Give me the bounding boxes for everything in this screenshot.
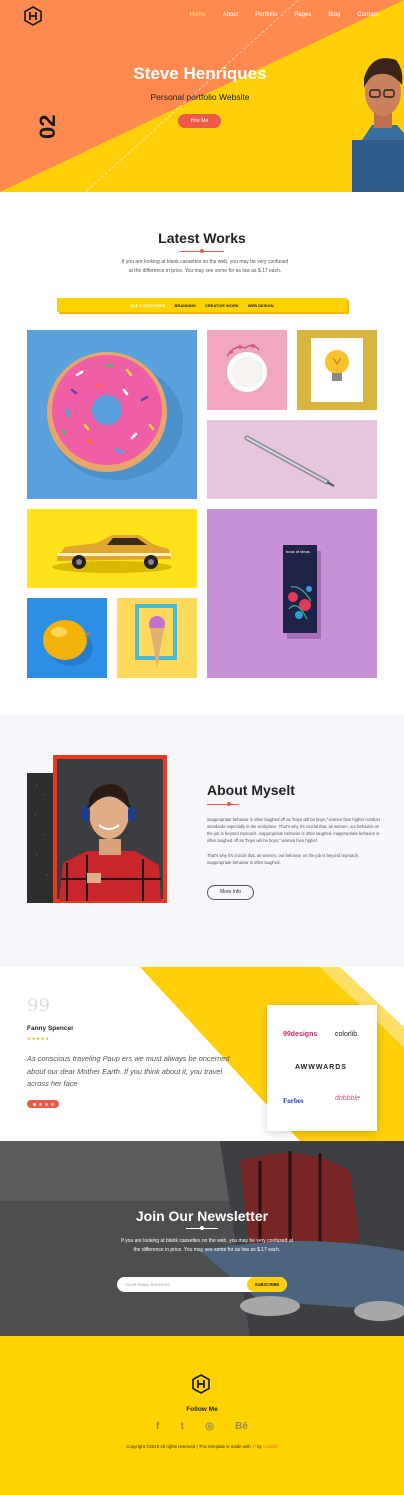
portfolio-item-car[interactable] [27, 509, 197, 588]
hero-person-photo [352, 58, 404, 192]
rating-stars: ★★★★★ [27, 1036, 50, 1041]
footer-logo-icon[interactable] [192, 1374, 210, 1394]
hero-subtitle: Personal portfolio Website [150, 92, 250, 102]
copyright-label: Copyright ©2019 All rights reserved | Th… [126, 1444, 263, 1449]
behance-icon[interactable]: Bē [235, 1421, 248, 1432]
newsletter-description: If you are looking at blank cassettes on… [120, 1238, 294, 1253]
brand-logo-99designs: 99designs [283, 1031, 318, 1038]
pager-dot[interactable] [38, 1102, 42, 1106]
newsletter-form: YOUR EMAIL ADDRESS SUBSCRIBE [117, 1277, 287, 1292]
about-section: About Myselt inappropriate behavior is o… [0, 715, 404, 967]
donut-image [47, 352, 183, 480]
hero-slide-number: 02 [35, 114, 60, 139]
plate-image [226, 344, 267, 392]
about-title: About Myselt [207, 782, 295, 798]
copyright-text: Copyright ©2019 All rights reserved | Th… [0, 1444, 404, 1450]
about-divider [207, 802, 239, 806]
bulb-image [311, 338, 363, 402]
newsletter-title: Join Our Newsletter [135, 1208, 269, 1224]
portfolio-item-ice-cream[interactable] [117, 598, 197, 678]
footer: Follow Me f t ◎ Bē Copyright ©2019 All r… [0, 1336, 404, 1495]
book-image [283, 545, 321, 639]
more-info-button[interactable]: More Info [207, 885, 254, 900]
filter-branding[interactable]: BRANDING [174, 303, 196, 308]
book-cover-text: book of ideas [286, 549, 310, 554]
testimonial-quote: As conscious traveling Paup ers we must … [27, 1054, 230, 1088]
pager-dot[interactable] [50, 1102, 54, 1106]
newsletter-divider [186, 1226, 218, 1230]
toy-car-image [52, 535, 172, 573]
filter-web-design[interactable]: WEB DESIGN [248, 303, 274, 308]
main-nav: Home About Portfolio Pages Blog Contact [173, 12, 378, 18]
dribbble-icon[interactable]: ◎ [205, 1421, 214, 1432]
brand-logo-dribbble: dribbble [335, 1095, 360, 1102]
ice-cream-image [135, 604, 177, 668]
about-paragraph-1: inappropriate behavior is often laughed … [207, 817, 380, 843]
testimonial-pager[interactable] [27, 1100, 59, 1108]
portfolio-filter-bar: ALL CATEGORIES BRANDING CREATIVE WORK WE… [57, 298, 347, 312]
hero-section: Home About Portfolio Pages Blog Contact … [0, 0, 404, 192]
subscribe-button[interactable]: SUBSCRIBE [247, 1277, 287, 1292]
social-links: f t ◎ Bē [156, 1418, 248, 1434]
latest-works-title: Latest Works [158, 230, 246, 246]
portfolio-item-pen[interactable] [207, 420, 377, 499]
follow-me-label: Follow Me [186, 1406, 218, 1413]
latest-works-description: If you are looking at blank cassettes on… [121, 259, 289, 274]
about-paragraph-2: That’s why it’s crucial that, as women, … [207, 853, 360, 865]
nav-blog[interactable]: Blog [328, 12, 340, 18]
title-divider [180, 249, 224, 253]
brand-logo-colorlib: colorlib. [335, 1031, 360, 1038]
nav-about[interactable]: About [223, 12, 239, 18]
brand-logo-awwwards: AWWWARDS [295, 1064, 347, 1071]
facebook-icon[interactable]: f [156, 1421, 159, 1432]
testimonial-section: 99 Fanny Spencer ★★★★★ As conscious trav… [0, 967, 404, 1141]
nav-home[interactable]: Home [190, 12, 206, 18]
pen-image [244, 435, 335, 487]
brand-logo-icon[interactable] [24, 6, 42, 26]
twitter-icon[interactable]: t [181, 1421, 184, 1432]
brand-logo-forbes: Forbes [283, 1097, 304, 1105]
nav-portfolio[interactable]: Portfolio [255, 12, 277, 18]
nav-pages[interactable]: Pages [294, 12, 311, 18]
filter-all-categories[interactable]: ALL CATEGORIES [130, 303, 165, 308]
about-person-photo [27, 755, 167, 903]
quote-mark-icon: 99 [27, 995, 50, 1016]
portfolio-item-bulb[interactable] [297, 330, 377, 410]
client-logos-card: 99designs colorlib. AWWWARDS Forbes drib… [267, 1005, 377, 1131]
lemon-image [43, 620, 93, 666]
filter-creative-work[interactable]: CREATIVE WORK [205, 303, 239, 308]
portfolio-item-plate[interactable] [207, 330, 287, 410]
portfolio-item-donut[interactable] [27, 330, 197, 499]
colorlib-link[interactable]: Colorlib [263, 1444, 278, 1449]
testimonial-name: Fanny Spencer [27, 1025, 74, 1032]
hire-me-button[interactable]: Hire Me [178, 114, 221, 128]
newsletter-section: Join Our Newsletter If you are looking a… [0, 1141, 404, 1336]
nav-contact[interactable]: Contact [357, 12, 378, 18]
pager-dot[interactable] [32, 1102, 36, 1106]
portfolio-item-lemon[interactable] [27, 598, 107, 678]
pager-dot[interactable] [44, 1102, 48, 1106]
portfolio-item-book[interactable]: book of ideas [207, 509, 377, 678]
hero-title: Steve Henriques [133, 64, 267, 83]
email-input[interactable]: YOUR EMAIL ADDRESS [125, 1277, 170, 1292]
